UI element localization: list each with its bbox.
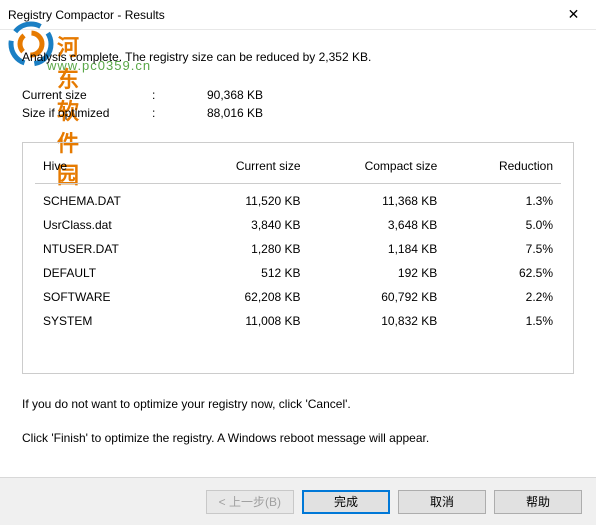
cell-compact: 11,368 KB	[309, 184, 446, 214]
stat-optimized-value: 88,016 KB	[207, 104, 263, 122]
stats-block: Current size : 90,368 KB Size if optimiz…	[22, 86, 574, 122]
th-hive: Hive	[35, 153, 177, 184]
content-area: Analysis complete. The registry size can…	[0, 30, 596, 474]
cell-current: 1,280 KB	[177, 237, 309, 261]
cell-hive: SOFTWARE	[35, 285, 177, 309]
cell-reduction: 1.3%	[445, 184, 561, 214]
cell-reduction: 2.2%	[445, 285, 561, 309]
stat-optimized-label: Size if optimized	[22, 104, 152, 122]
table-row[interactable]: SCHEMA.DAT11,520 KB11,368 KB1.3%	[35, 184, 561, 214]
cell-compact: 3,648 KB	[309, 213, 446, 237]
footer: < 上一步(B) 完成 取消 帮助	[0, 477, 596, 525]
cell-current: 512 KB	[177, 261, 309, 285]
cell-reduction: 1.5%	[445, 309, 561, 333]
cell-hive: DEFAULT	[35, 261, 177, 285]
cell-compact: 192 KB	[309, 261, 446, 285]
th-reduction: Reduction	[445, 153, 561, 184]
instruction-cancel: If you do not want to optimize your regi…	[22, 396, 574, 412]
cell-compact: 10,832 KB	[309, 309, 446, 333]
instructions: If you do not want to optimize your regi…	[22, 396, 574, 446]
table-header-row: Hive Current size Compact size Reduction	[35, 153, 561, 184]
stat-optimized: Size if optimized : 88,016 KB	[22, 104, 574, 122]
table-row[interactable]: DEFAULT512 KB192 KB62.5%	[35, 261, 561, 285]
titlebar: Registry Compactor - Results ✕	[0, 0, 596, 30]
close-icon: ✕	[568, 6, 580, 23]
table-container: Hive Current size Compact size Reduction…	[22, 142, 574, 374]
cell-current: 11,520 KB	[177, 184, 309, 214]
cell-hive: SCHEMA.DAT	[35, 184, 177, 214]
stat-current-value: 90,368 KB	[207, 86, 263, 104]
cell-hive: UsrClass.dat	[35, 213, 177, 237]
cell-reduction: 5.0%	[445, 213, 561, 237]
cell-reduction: 62.5%	[445, 261, 561, 285]
finish-button[interactable]: 完成	[302, 490, 390, 514]
window-title: Registry Compactor - Results	[8, 8, 165, 22]
cell-compact: 1,184 KB	[309, 237, 446, 261]
back-button: < 上一步(B)	[206, 490, 294, 514]
cell-current: 62,208 KB	[177, 285, 309, 309]
stat-current-label: Current size	[22, 86, 152, 104]
th-compact: Compact size	[309, 153, 446, 184]
summary-text: Analysis complete. The registry size can…	[22, 50, 574, 64]
close-button[interactable]: ✕	[551, 0, 596, 30]
instruction-finish: Click 'Finish' to optimize the registry.…	[22, 430, 574, 446]
cell-compact: 60,792 KB	[309, 285, 446, 309]
help-button[interactable]: 帮助	[494, 490, 582, 514]
table-row[interactable]: NTUSER.DAT1,280 KB1,184 KB7.5%	[35, 237, 561, 261]
registry-table: Hive Current size Compact size Reduction…	[35, 153, 561, 333]
cell-hive: SYSTEM	[35, 309, 177, 333]
cell-hive: NTUSER.DAT	[35, 237, 177, 261]
th-current: Current size	[177, 153, 309, 184]
table-row[interactable]: SYSTEM11,008 KB10,832 KB1.5%	[35, 309, 561, 333]
stat-current: Current size : 90,368 KB	[22, 86, 574, 104]
cell-reduction: 7.5%	[445, 237, 561, 261]
table-row[interactable]: SOFTWARE62,208 KB60,792 KB2.2%	[35, 285, 561, 309]
cell-current: 3,840 KB	[177, 213, 309, 237]
table-row[interactable]: UsrClass.dat3,840 KB3,648 KB5.0%	[35, 213, 561, 237]
cancel-button[interactable]: 取消	[398, 490, 486, 514]
cell-current: 11,008 KB	[177, 309, 309, 333]
